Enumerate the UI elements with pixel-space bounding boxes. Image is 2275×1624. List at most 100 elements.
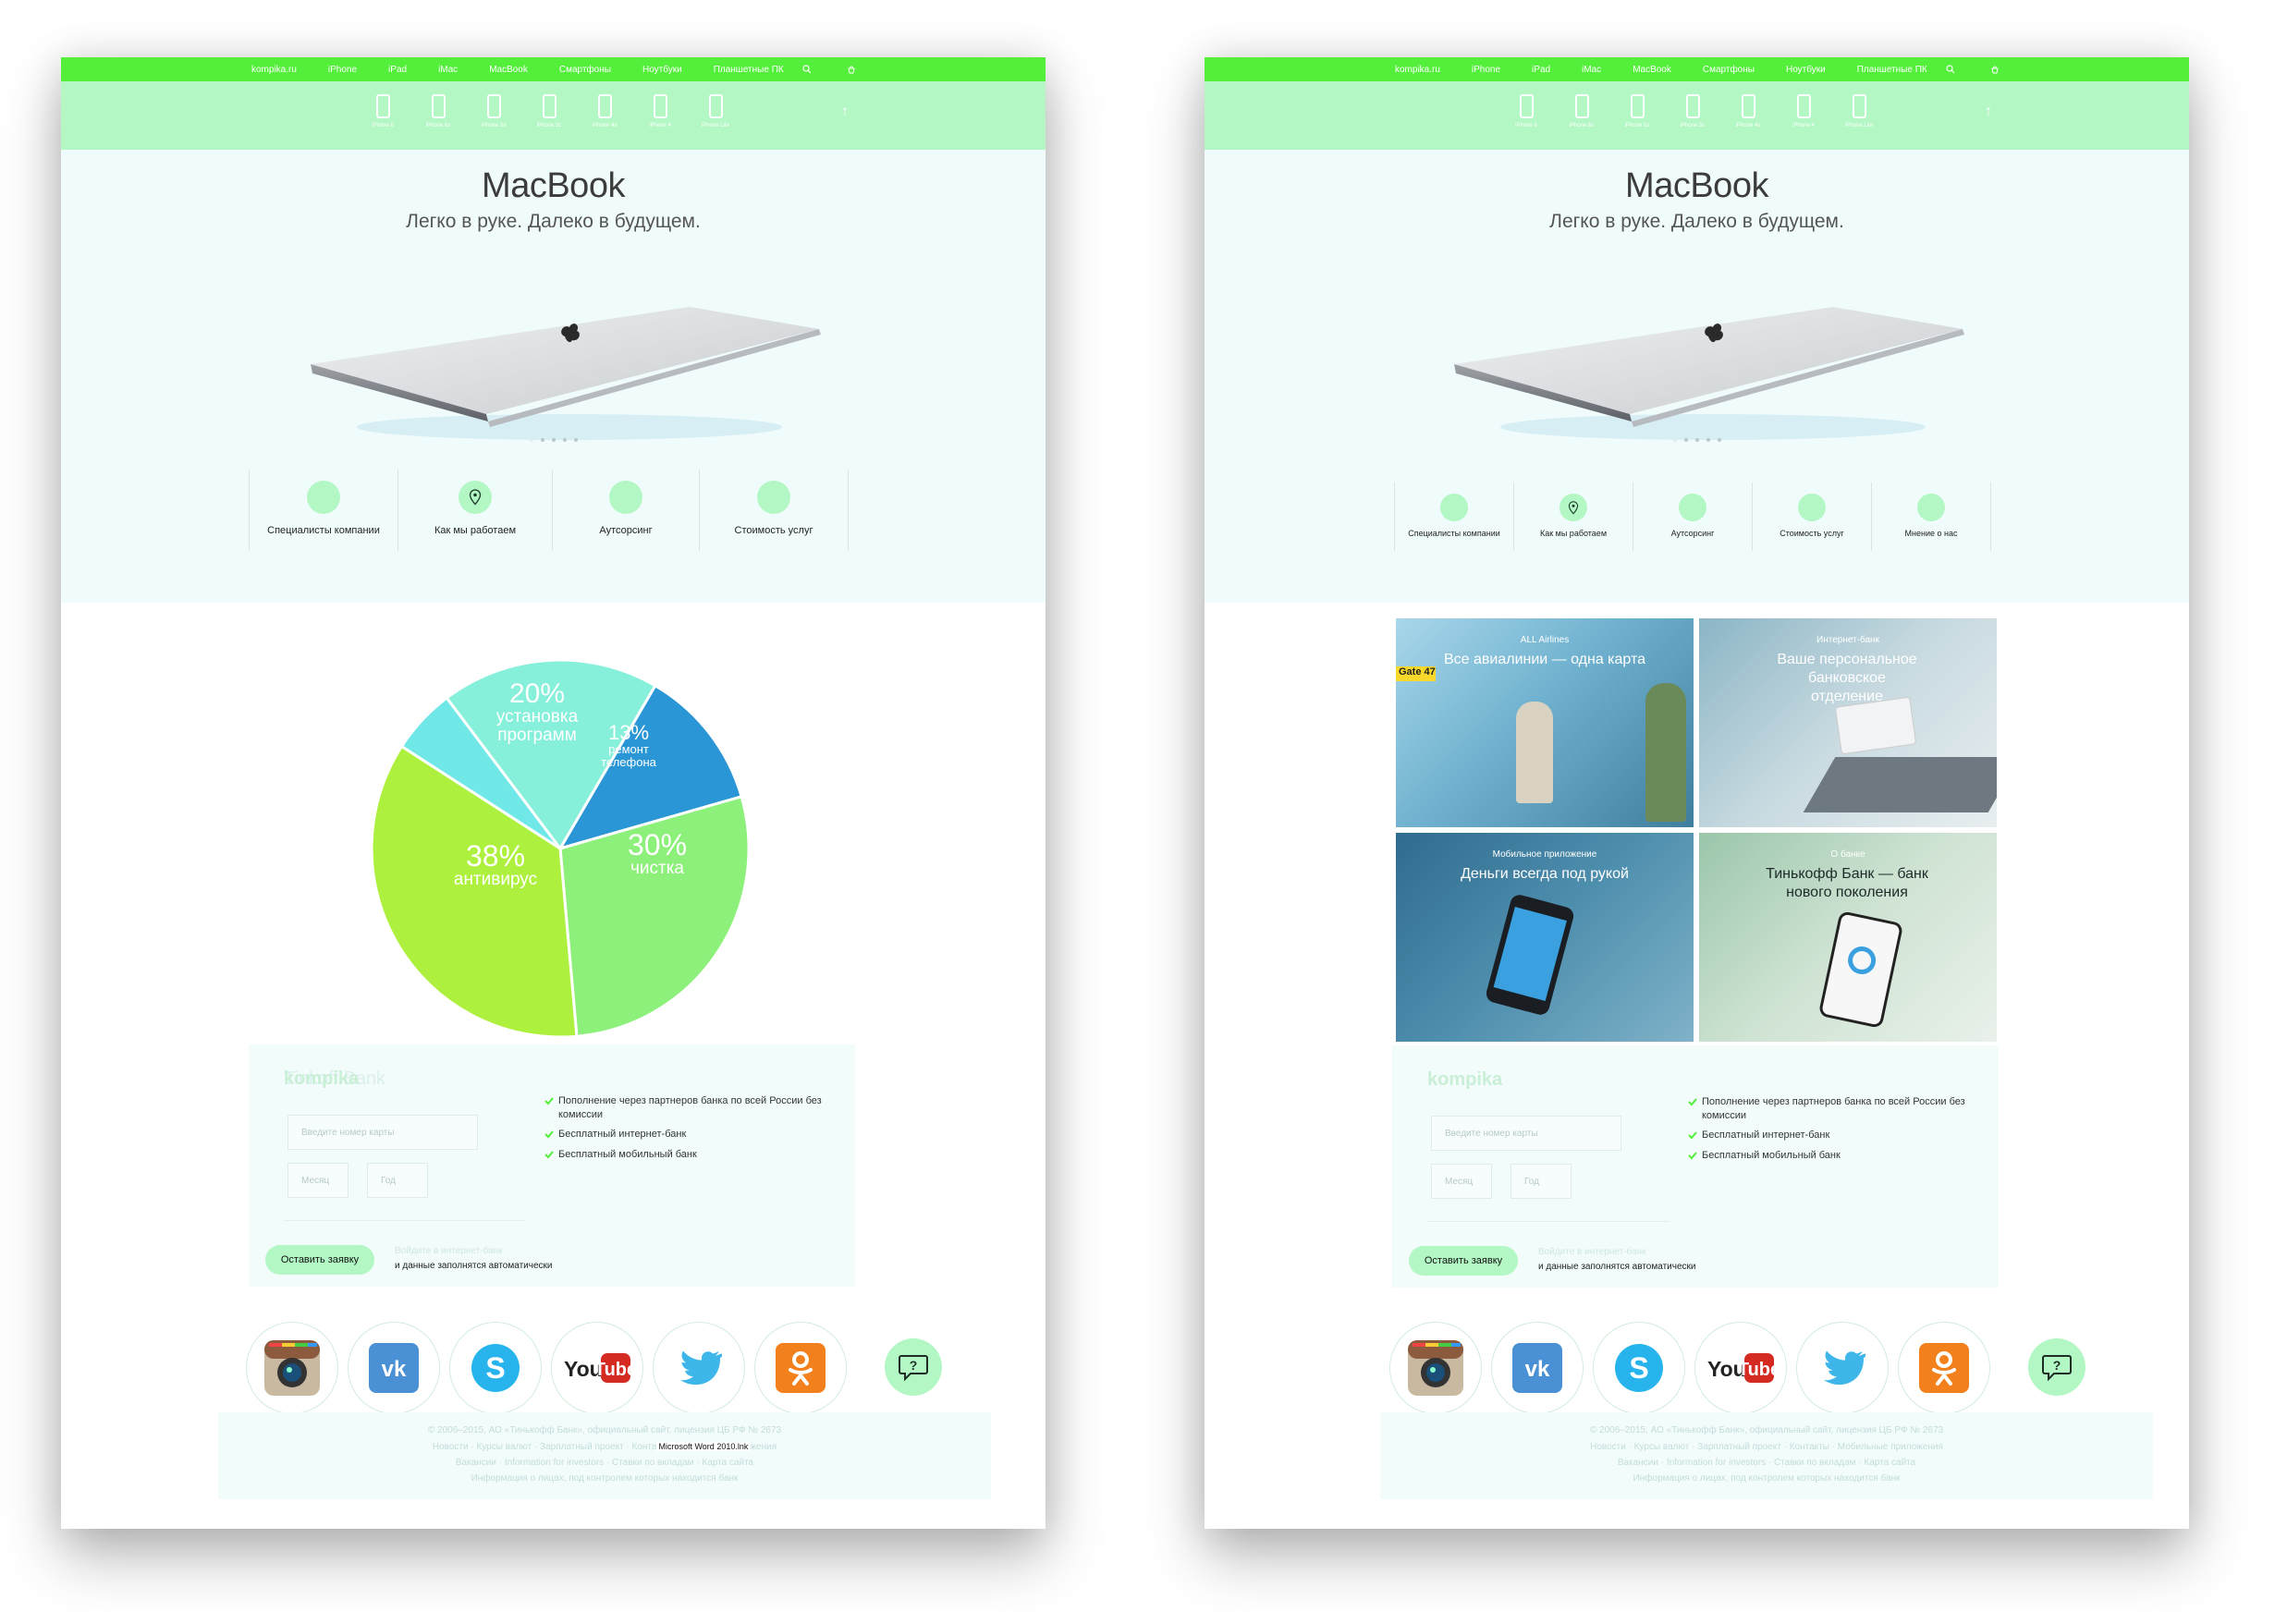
nav-item-imac[interactable]: iMac xyxy=(1582,65,1601,75)
service-how-we-work[interactable]: Как мы работаем xyxy=(398,470,553,551)
nav-item-macbook[interactable]: MacBook xyxy=(1633,65,1671,75)
device-item[interactable]: iPhone 5s xyxy=(477,94,510,128)
nav-item-imac[interactable]: iMac xyxy=(438,65,458,75)
device-item[interactable]: iPhone 6s xyxy=(422,94,455,128)
nav-item-smartphones[interactable]: Смартфоны xyxy=(1703,65,1755,75)
card-number-field[interactable]: Введите номер карты xyxy=(1431,1116,1621,1151)
nav-item-notebooks[interactable]: Ноутбуки xyxy=(1786,65,1826,75)
service-how-we-work[interactable]: Как мы работаем xyxy=(1514,482,1633,551)
promo-tile-mobile-app[interactable]: Мобильное приложение Деньги всегда под р… xyxy=(1396,833,1694,1042)
submit-button[interactable]: Оставить заявку xyxy=(265,1245,374,1275)
odnoklassniki-icon[interactable] xyxy=(754,1322,847,1414)
device-item[interactable]: iPhone Lite xyxy=(699,94,732,128)
device-item[interactable]: iPhone 4 xyxy=(643,94,677,128)
carousel-dot[interactable] xyxy=(540,438,544,442)
submit-button[interactable]: Оставить заявку xyxy=(1409,1246,1518,1276)
footer-links-row3[interactable]: Информация о лицах, под контролем которы… xyxy=(218,1473,991,1484)
service-pricing[interactable]: Стоимость услуг xyxy=(1753,482,1872,551)
cart-icon[interactable] xyxy=(847,57,856,81)
footer-links[interactable]: жения xyxy=(750,1442,777,1452)
arrow-up-icon[interactable]: ↑ xyxy=(1985,104,1992,120)
nav-item-iphone[interactable]: iPhone xyxy=(1472,65,1500,75)
search-icon[interactable] xyxy=(802,57,812,81)
nav-item-notebooks[interactable]: Ноутбуки xyxy=(642,65,682,75)
phone-screen xyxy=(1493,907,1567,1002)
promo-tile-airlines[interactable]: Gate 47 ALL Airlines Все авиалинии — одн… xyxy=(1396,618,1694,827)
location-pin-icon xyxy=(459,481,492,514)
month-field[interactable]: Месяц xyxy=(1431,1164,1492,1199)
instagram-icon[interactable] xyxy=(246,1322,338,1414)
device-item[interactable]: iPhone 6 xyxy=(366,94,399,128)
device-item[interactable]: iPhone 6 xyxy=(1510,94,1543,128)
nav-item-smartphones[interactable]: Смартфоны xyxy=(559,65,611,75)
month-field[interactable]: Месяц xyxy=(287,1163,349,1198)
help-chat-icon[interactable]: ? xyxy=(885,1338,942,1396)
arrow-up-icon[interactable]: ↑ xyxy=(841,104,849,120)
nav-site[interactable]: kompika.ru xyxy=(251,65,297,75)
youtube-icon[interactable]: YouTube xyxy=(551,1322,643,1414)
twitter-icon[interactable] xyxy=(653,1322,745,1414)
carousel-dot[interactable] xyxy=(529,438,533,442)
footer-links-row2[interactable]: Вакансии · Information for investors · С… xyxy=(1380,1458,2153,1468)
carousel-dot[interactable] xyxy=(551,438,556,442)
device-item[interactable]: iPhone 5c xyxy=(1676,94,1709,128)
carousel-dot[interactable] xyxy=(1694,438,1699,442)
carousel-dot[interactable] xyxy=(1717,438,1721,442)
service-reviews[interactable]: Мнение о нас xyxy=(1872,482,1991,551)
youtube-icon[interactable]: YouTube xyxy=(1694,1322,1787,1414)
nav-item-tablets[interactable]: Планшетные ПК xyxy=(1857,65,1927,75)
service-outsourcing[interactable]: Аутсорсинг xyxy=(553,470,700,551)
location-pin-icon xyxy=(1559,494,1587,521)
carousel-dots xyxy=(1205,438,2189,442)
device-item[interactable]: iPhone 5s xyxy=(1621,94,1654,128)
footer-links-row2[interactable]: Вакансии · Information for investors · С… xyxy=(218,1458,991,1468)
nav-item-ipad[interactable]: iPad xyxy=(1532,65,1550,75)
skype-icon[interactable]: S xyxy=(1593,1322,1685,1414)
service-outsourcing[interactable]: Аутсорсинг xyxy=(1633,482,1753,551)
login-link[interactable]: Войдите в интернет-банк xyxy=(395,1246,502,1256)
login-link[interactable]: Войдите в интернет-банк xyxy=(1538,1247,1645,1257)
instagram-icon[interactable] xyxy=(1389,1322,1482,1414)
carousel-dot[interactable] xyxy=(1672,438,1677,442)
nav-item-iphone[interactable]: iPhone xyxy=(328,65,357,75)
device-item[interactable]: iPhone 4s xyxy=(1731,94,1765,128)
feature-text: Бесплатный мобильный банк xyxy=(558,1149,697,1160)
footer-links[interactable]: Новости · Курсы валют · Зарплатный проек… xyxy=(433,1442,657,1452)
device-item[interactable]: iPhone 4 xyxy=(1787,94,1820,128)
carousel-dot[interactable] xyxy=(1683,438,1688,442)
feature-text: Бесплатный мобильный банк xyxy=(1702,1150,1841,1161)
device-item[interactable]: iPhone 6s xyxy=(1565,94,1598,128)
autofill-note: и данные заполнятся автоматически xyxy=(395,1261,553,1271)
vk-icon[interactable]: vk xyxy=(348,1322,440,1414)
nav-item-ipad[interactable]: iPad xyxy=(388,65,407,75)
promo-tile-internet-bank[interactable]: Интернет-банк Ваше персональное банковск… xyxy=(1699,618,1997,827)
device-item[interactable]: iPhone 4s xyxy=(588,94,621,128)
promo-tile-about-bank[interactable]: О банке Тинькофф Банк — банк нового поко… xyxy=(1699,833,1997,1042)
pie-label-antivirus: 38% антивирус xyxy=(445,841,546,889)
vk-icon[interactable]: vk xyxy=(1491,1322,1584,1414)
search-icon[interactable] xyxy=(1946,57,1955,81)
nav-site[interactable]: kompika.ru xyxy=(1395,65,1440,75)
service-specialists[interactable]: Специалисты компании xyxy=(1394,482,1514,551)
odnoklassniki-icon[interactable] xyxy=(1898,1322,1990,1414)
year-field[interactable]: Год xyxy=(367,1163,428,1198)
device-item[interactable]: iPhone 5c xyxy=(532,94,566,128)
skype-icon[interactable]: S xyxy=(449,1322,542,1414)
twitter-icon[interactable] xyxy=(1796,1322,1889,1414)
nav-item-macbook[interactable]: MacBook xyxy=(489,65,528,75)
carousel-dot[interactable] xyxy=(562,438,567,442)
service-pricing[interactable]: Стоимость услуг xyxy=(700,470,849,551)
service-specialists[interactable]: Специалисты компании xyxy=(249,470,398,551)
cart-icon[interactable] xyxy=(1990,57,2000,81)
footer-links-row1[interactable]: Новости · Курсы валют · Зарплатный проек… xyxy=(1380,1442,2153,1452)
footer-links-row3[interactable]: Информация о лицах, под контролем которы… xyxy=(1380,1473,2153,1484)
hero-subtitle: Легко в руке. Далеко в будущем. xyxy=(1549,211,1844,232)
card-number-field[interactable]: Введите номер карты xyxy=(287,1115,478,1150)
year-field[interactable]: Год xyxy=(1511,1164,1572,1199)
help-chat-icon[interactable]: ? xyxy=(2028,1338,2085,1396)
device-item[interactable]: iPhone Lite xyxy=(1842,94,1876,128)
carousel-dot[interactable] xyxy=(573,438,578,442)
nav-item-tablets[interactable]: Планшетные ПК xyxy=(714,65,784,75)
device-label: iPhone 6 xyxy=(1515,123,1537,128)
carousel-dot[interactable] xyxy=(1706,438,1710,442)
